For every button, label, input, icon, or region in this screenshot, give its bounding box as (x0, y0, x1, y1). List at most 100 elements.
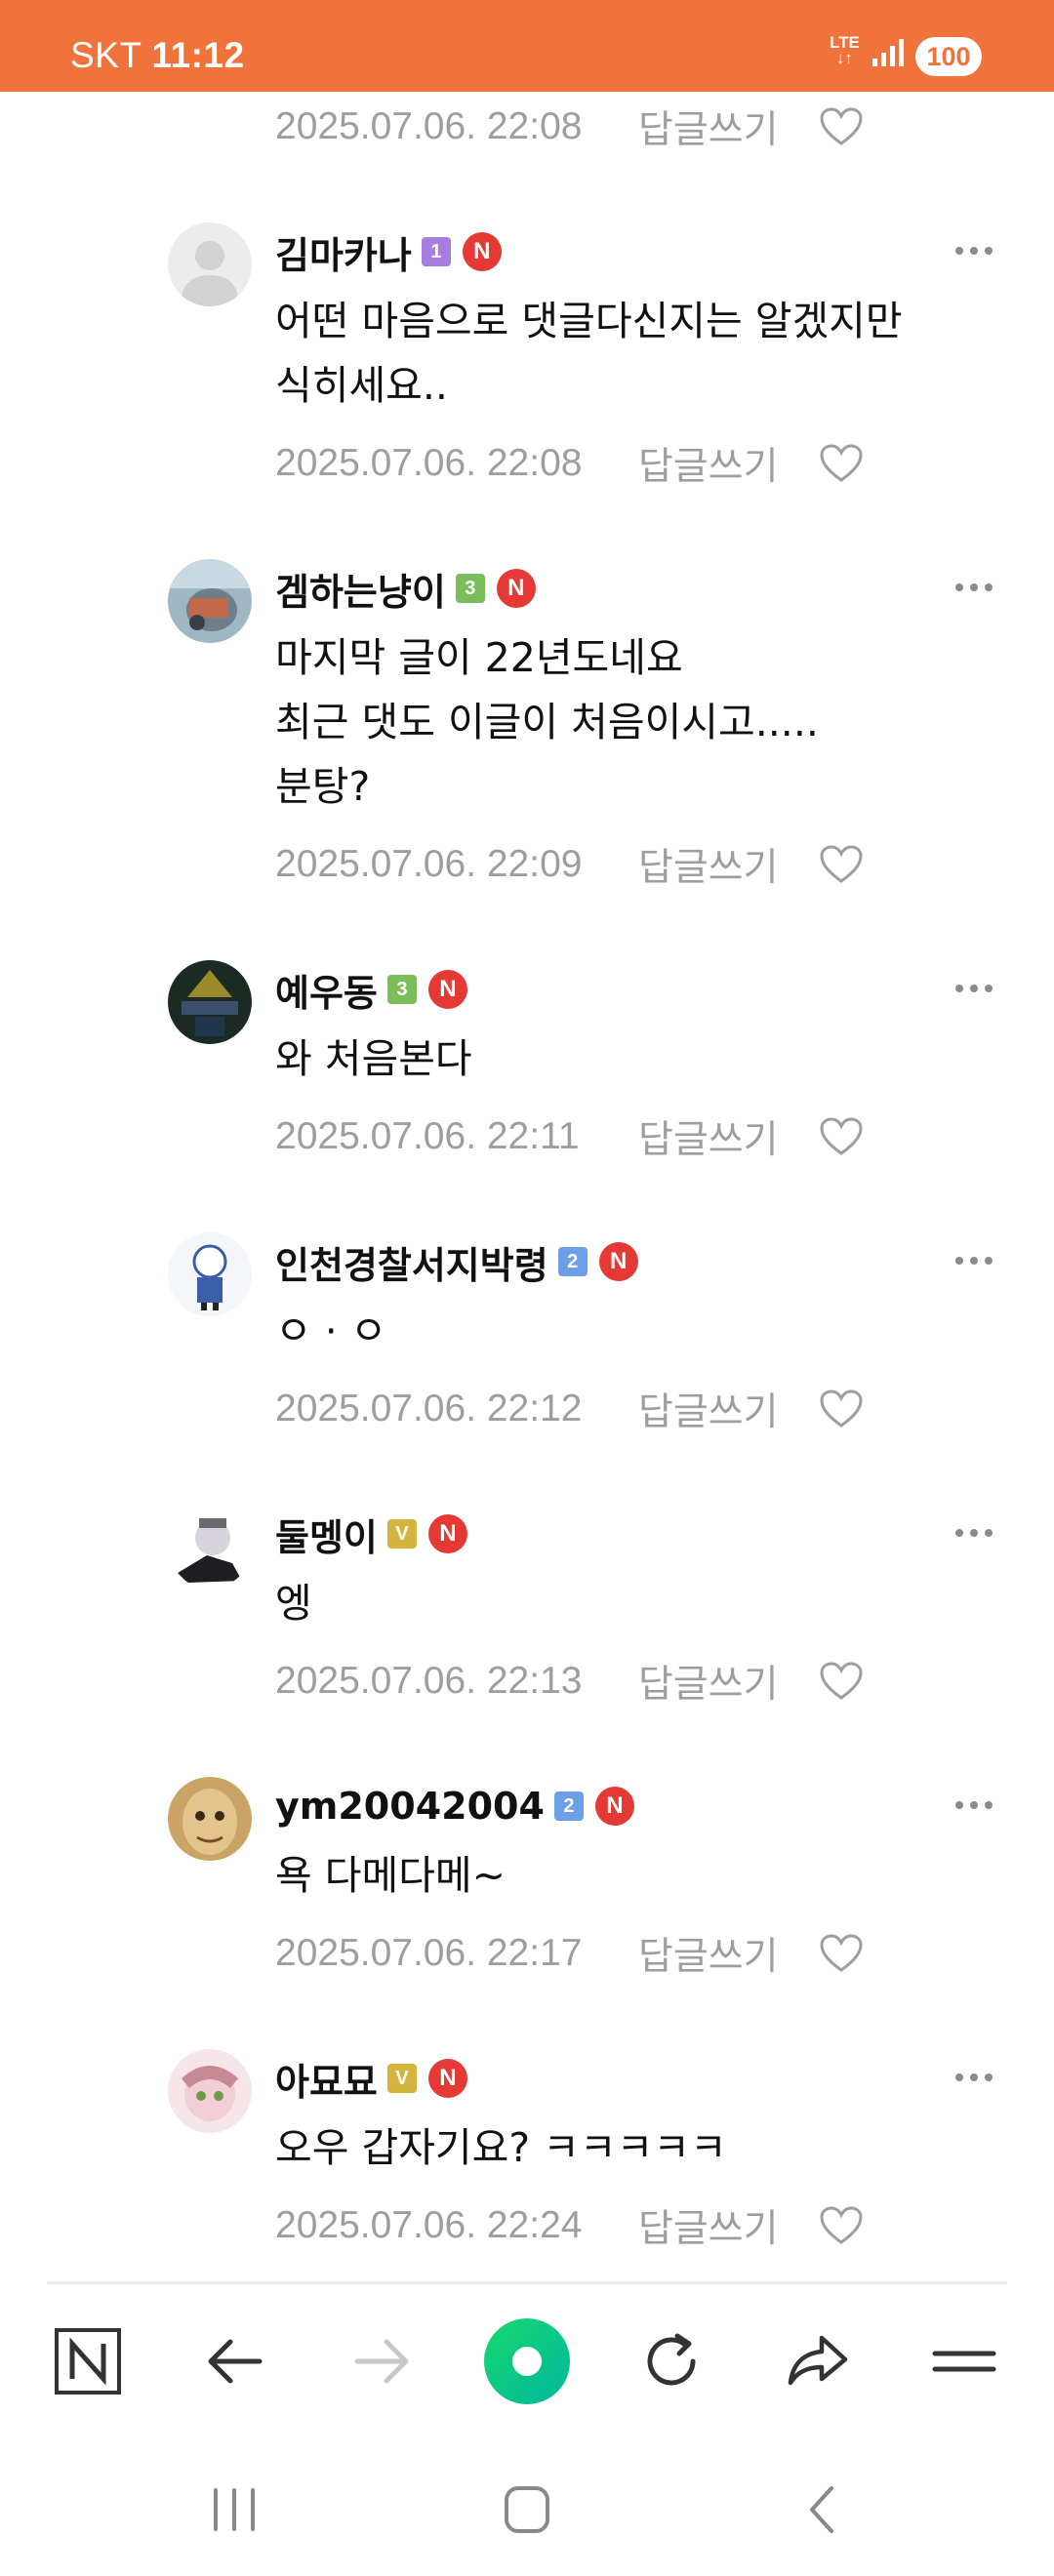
comment-timestamp: 2025.07.06. 22:24 (275, 2204, 583, 2246)
reply-button[interactable]: 답글쓰기 (638, 1926, 819, 1981)
reply-button[interactable]: 답글쓰기 (638, 1382, 819, 1436)
status-bar: SKT 11:12 LTE ↓↑ 100 (0, 0, 1054, 92)
avatar[interactable] (168, 1232, 252, 1316)
more-options-icon[interactable] (953, 2071, 995, 2084)
cat-photo-avatar-icon (168, 559, 252, 643)
avatar[interactable] (168, 960, 252, 1044)
dark-scene-avatar-icon (168, 960, 252, 1044)
author-row: 예우동 3 N (275, 960, 467, 1019)
anime-girl-avatar-icon (168, 1505, 252, 1589)
comment-body: 어떤 마음으로 댓글다신지는 알겠지만 식히세요.. (275, 298, 903, 409)
author-row: 인천경찰서지박령 2 N (275, 1232, 638, 1291)
menu-icon[interactable] (925, 2322, 1003, 2400)
refresh-icon[interactable] (632, 2322, 710, 2400)
blue-character-avatar-icon (168, 1232, 252, 1316)
comment-timestamp: 2025.07.06. 22:11 (275, 1115, 580, 1157)
heart-icon[interactable] (819, 2205, 864, 2246)
heart-icon[interactable] (819, 1661, 864, 1702)
level-badge: V (386, 1519, 417, 1549)
battery-indicator: 100 (915, 37, 982, 76)
naver-home-icon[interactable] (49, 2322, 127, 2400)
author-row: 겜하는냥이 3 N (275, 559, 536, 618)
more-options-icon[interactable] (953, 581, 995, 594)
more-options-icon[interactable] (953, 244, 995, 258)
carrier-name: SKT (70, 35, 142, 75)
new-badge: N (462, 232, 502, 271)
reply-button[interactable]: 답글쓰기 (638, 1109, 819, 1164)
home-icon[interactable] (493, 2478, 561, 2541)
reply-button[interactable]: 답글쓰기 (638, 1654, 819, 1709)
heart-icon[interactable] (819, 106, 864, 147)
level-badge: 2 (557, 1247, 588, 1276)
author-name[interactable]: ym20042004 (275, 1785, 545, 1828)
comment-body: 욕 다메다메~ (275, 1852, 506, 1899)
comment-body: 마지막 글이 22년도네요 최근 댓도 이글이 처음이시고..... 분탕? (275, 634, 819, 810)
author-name[interactable]: 겜하는냥이 (275, 562, 446, 616)
comment-timestamp: 2025.07.06. 22:13 (275, 1660, 583, 1702)
author-name[interactable]: 인천경찰서지박령 (275, 1235, 548, 1289)
comment-body: 와 처음본다 (275, 1035, 472, 1082)
reply-button[interactable]: 답글쓰기 (638, 100, 819, 154)
heart-icon[interactable] (819, 1116, 864, 1157)
comment-meta: 2025.07.06. 22:17 답글쓰기 (275, 1924, 864, 1983)
recent-apps-icon[interactable] (200, 2478, 268, 2541)
comment-item: 겜하는냥이 3 N 마지막 글이 22년도네요 최근 댓도 이글이 처음이시고.… (0, 559, 1054, 881)
new-badge: N (427, 1514, 467, 1553)
avatar[interactable] (168, 1505, 252, 1589)
reply-button[interactable]: 답글쓰기 (638, 837, 819, 892)
comment-meta: 2025.07.06. 22:24 답글쓰기 (275, 2196, 864, 2255)
comment-meta: 2025.07.06. 22:11 답글쓰기 (275, 1107, 864, 1166)
default-avatar-icon (168, 222, 252, 306)
author-name[interactable]: 김마카나 (275, 225, 412, 279)
comment-timestamp: 2025.07.06. 22:08 (275, 442, 583, 484)
author-name[interactable]: 예우동 (275, 963, 378, 1017)
avatar[interactable] (168, 2049, 252, 2133)
carrier-and-clock: SKT 11:12 (70, 35, 245, 76)
comment-timestamp: 2025.07.06. 22:12 (275, 1388, 583, 1429)
face-avatar-icon (168, 1777, 252, 1861)
level-badge: 3 (386, 975, 417, 1004)
comment-meta: 2025.07.06. 22:08 답글쓰기 (275, 434, 864, 493)
reply-button[interactable]: 답글쓰기 (638, 436, 819, 491)
comment-meta: 2025.07.06. 22:09 답글쓰기 (275, 835, 864, 894)
level-badge: V (386, 2064, 417, 2093)
author-name[interactable]: 둘멩이 (275, 1508, 378, 1561)
heart-icon[interactable] (819, 1933, 864, 1974)
more-options-icon[interactable] (953, 1526, 995, 1540)
avatar[interactable] (168, 222, 252, 306)
comment-meta: 2025.07.06. 22:08 답글쓰기 (275, 98, 864, 156)
author-row: 김마카나 1 N (275, 222, 502, 281)
comment-timestamp: 2025.07.06. 22:08 (275, 105, 583, 147)
author-name[interactable]: 아묘묘 (275, 2052, 378, 2106)
author-row: 아묘묘 V N (275, 2049, 467, 2108)
green-dot-icon[interactable] (480, 2314, 574, 2408)
more-options-icon[interactable] (953, 1798, 995, 1812)
comment-body: ㅇ · ㅇ (275, 1308, 387, 1354)
share-icon[interactable] (779, 2322, 857, 2400)
avatar[interactable] (168, 559, 252, 643)
comment-body: 엥 (275, 1580, 312, 1627)
pink-character-avatar-icon (168, 2049, 252, 2133)
new-badge: N (427, 2059, 467, 2098)
back-icon[interactable] (789, 2478, 857, 2541)
comment-timestamp: 2025.07.06. 22:09 (275, 843, 583, 885)
heart-icon[interactable] (819, 1389, 864, 1429)
toolbar-divider (47, 2281, 1007, 2284)
heart-icon[interactable] (819, 443, 864, 484)
more-options-icon[interactable] (953, 982, 995, 995)
author-row: 둘멩이 V N (275, 1505, 467, 1563)
avatar[interactable] (168, 1777, 252, 1861)
heart-icon[interactable] (819, 844, 864, 885)
system-nav-bar (0, 2443, 1054, 2576)
lte-indicator: LTE ↓↑ (830, 34, 860, 66)
new-badge: N (496, 569, 536, 608)
browser-toolbar (0, 2287, 1054, 2443)
comment-timestamp: 2025.07.06. 22:17 (275, 1932, 583, 1974)
back-arrow-icon[interactable] (197, 2322, 275, 2400)
author-row: ym20042004 2 N (275, 1777, 634, 1835)
reply-button[interactable]: 답글쓰기 (638, 2198, 819, 2253)
new-badge: N (427, 970, 467, 1009)
more-options-icon[interactable] (953, 1254, 995, 1268)
forward-arrow-icon[interactable] (342, 2322, 420, 2400)
level-badge: 3 (455, 574, 485, 603)
